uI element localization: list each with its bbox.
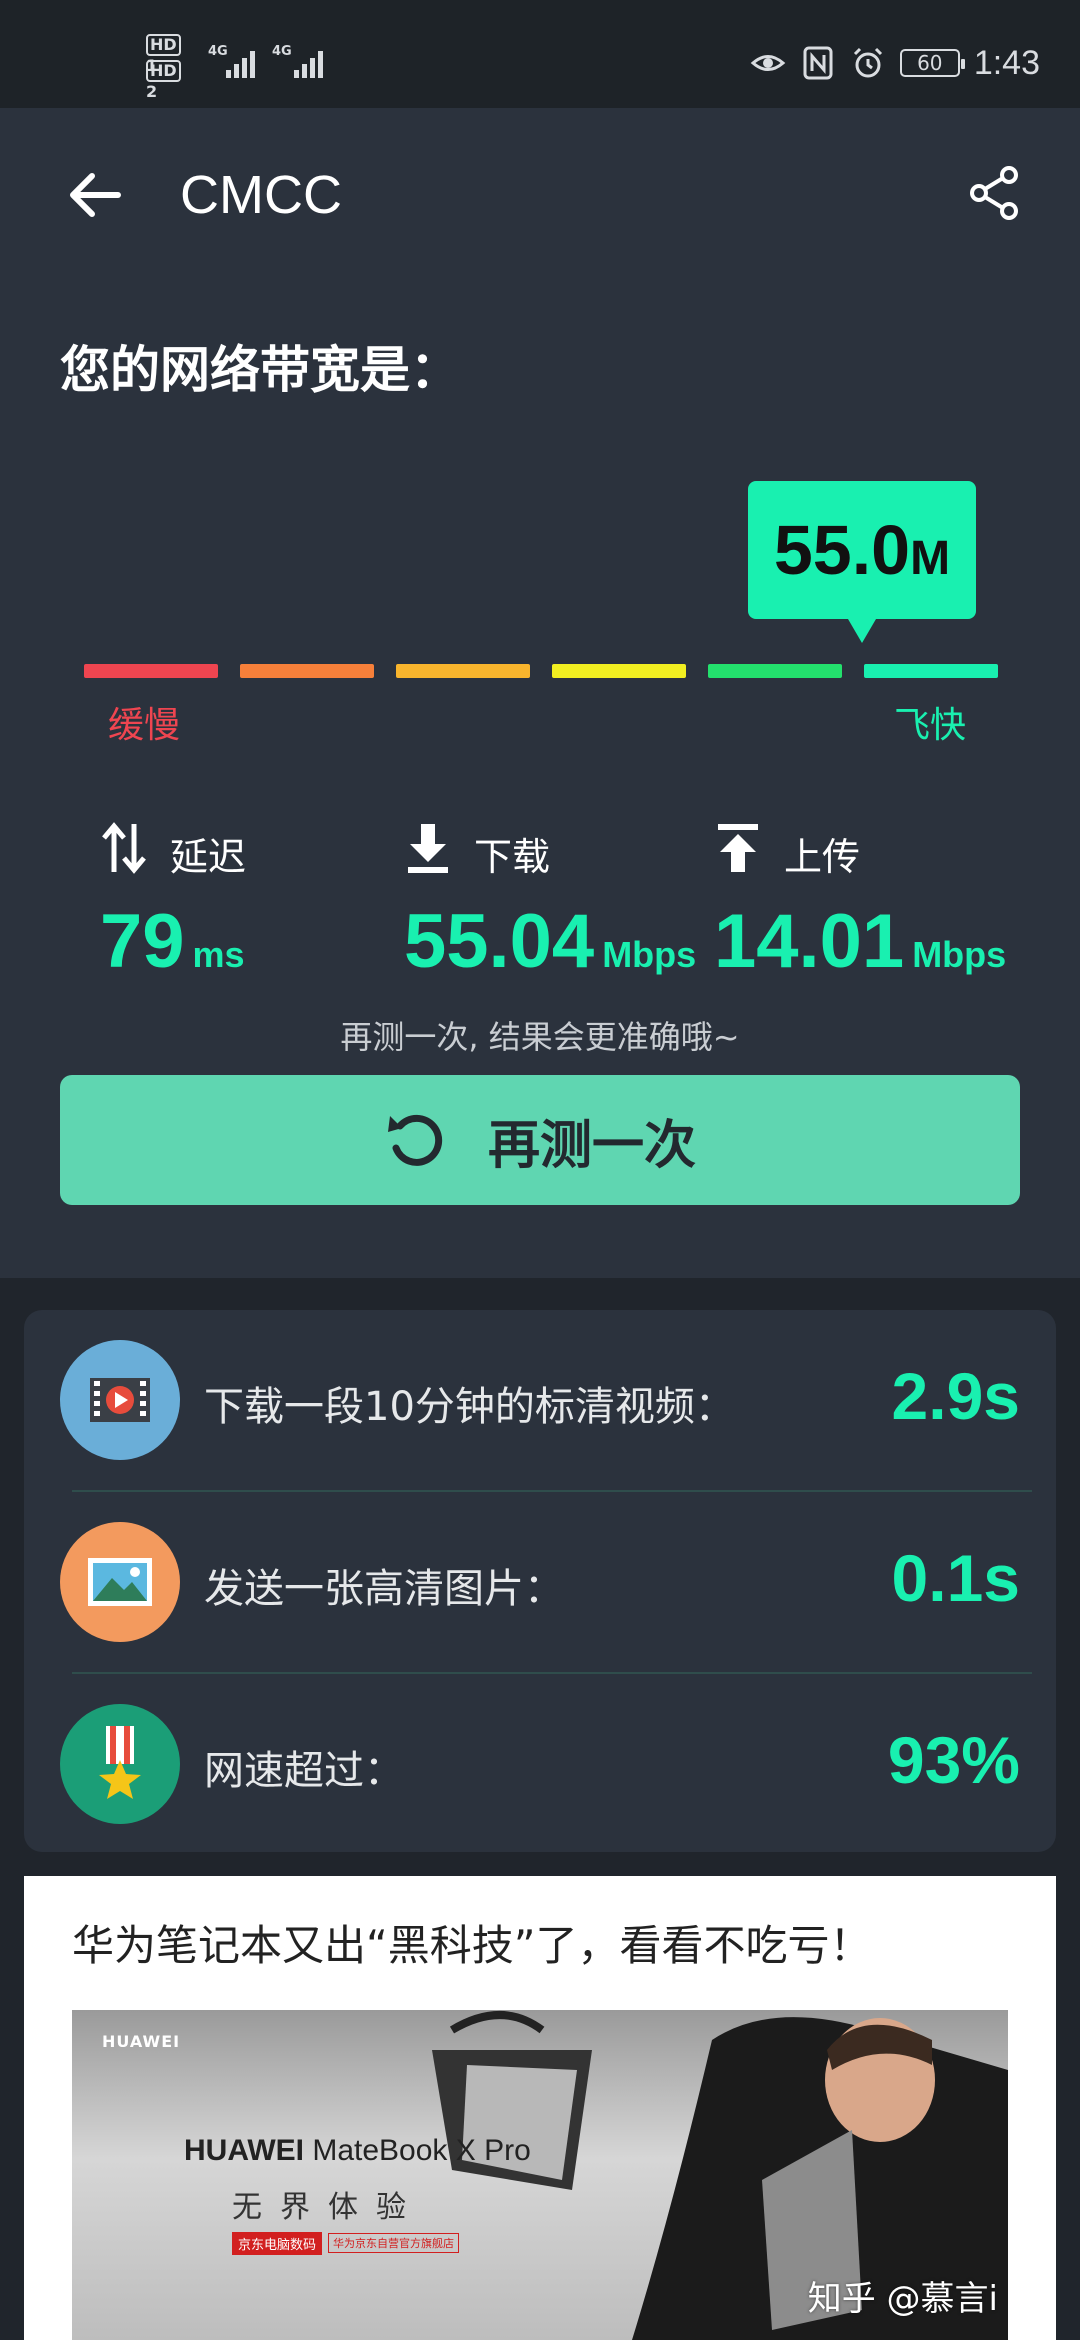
- hd-badge-2: HD 2: [146, 60, 181, 101]
- speed-scale-segment: [396, 664, 530, 678]
- info-value-rank: 93%: [887, 1723, 1020, 1797]
- retest-button-label: 再测一次: [487, 1115, 696, 1176]
- video-icon: [60, 1340, 180, 1460]
- bandwidth-heading: 您的网络带宽是：: [60, 341, 460, 399]
- info-label-rank: 网速超过：: [204, 1748, 404, 1794]
- signal-bars-2-icon: [294, 48, 323, 78]
- speed-info-card: 下载一段10分钟的标清视频： 2.9s 发送一张高清图片： 0.1s 网速超过：…: [24, 1310, 1056, 1852]
- ad-product-model: MateBook X Pro: [312, 2134, 531, 2167]
- status-icons: 60 1:43: [750, 38, 1040, 88]
- download-icon: [408, 824, 448, 873]
- upload-icon: [718, 824, 758, 872]
- upload-label: 上传: [784, 835, 861, 879]
- scale-label-fast: 飞快: [894, 705, 967, 746]
- hd2-text: HD: [146, 60, 181, 82]
- hd2-sub: 2: [146, 82, 158, 101]
- net-type-2: 4G: [272, 44, 292, 59]
- retest-hint: 再测一次, 结果会更准确哦~: [340, 1018, 740, 1056]
- info-label-photo: 发送一张高清图片：: [204, 1566, 564, 1612]
- retest-button[interactable]: 再测一次: [60, 1075, 1020, 1205]
- clock: 1:43: [973, 43, 1040, 82]
- ad-tags: 京东电脑数码 华为京东自营官方旗舰店: [232, 2231, 460, 2255]
- download-unit: Mbps: [602, 934, 697, 975]
- speed-scale-segment: [84, 664, 218, 678]
- speed-scale-segment: [552, 664, 686, 678]
- medal-icon: [60, 1704, 180, 1824]
- latency-label: 延迟: [170, 835, 247, 879]
- refresh-icon: [387, 1114, 443, 1166]
- latency-unit: ms: [192, 934, 245, 975]
- battery-icon: 60: [899, 49, 965, 77]
- ad-slogan: 无界体验: [232, 2190, 424, 2225]
- bandwidth-value: 55.0: [773, 511, 911, 589]
- ad-product-name: HUAWEI MateBook X Pro: [184, 2134, 531, 2168]
- status-bar: HD 1 HD 2 4G 4G 60 1:43: [0, 0, 1080, 108]
- ad-title[interactable]: 华为笔记本又出“黑科技”了，看看不吃亏！: [72, 1912, 872, 1973]
- bandwidth-unit: M: [910, 532, 951, 585]
- info-value-photo: 0.1s: [891, 1541, 1020, 1615]
- hd1-text: HD: [146, 34, 181, 56]
- signal-bars-1-icon: [226, 48, 255, 78]
- info-label-video: 下载一段10分钟的标清视频：: [204, 1384, 735, 1430]
- download-value: 55.04 Mbps: [404, 898, 696, 985]
- ad-image[interactable]: HUAWEI HUAWEI MateBook X Pro 无界体验 京东电脑数码…: [72, 2010, 1008, 2340]
- ad-brand-logo: HUAWEI: [102, 2032, 181, 2051]
- download-label: 下载: [474, 835, 551, 879]
- alarm-icon: [853, 47, 882, 78]
- app-root: HD 1 HD 2 4G 4G 60 1:43 CMCC 您的网络带宽是： 55…: [0, 0, 1080, 2340]
- back-arrow-icon[interactable]: [60, 160, 130, 230]
- latency-number: 79: [100, 899, 185, 984]
- upload-value: 14.01 Mbps: [714, 898, 1006, 985]
- eye-comfort-icon: [750, 55, 786, 71]
- info-row-photo: 发送一张高清图片： 0.1s: [24, 1492, 1056, 1672]
- ad-tag-flagship: 华为京东自营官方旗舰店: [328, 2233, 460, 2253]
- latency-value: 79 ms: [100, 898, 245, 985]
- watermark: 知乎 @慕言i: [807, 2279, 998, 2319]
- ad-card[interactable]: 华为笔记本又出“黑科技”了，看看不吃亏！ HUAWEI HUAWEI MateB…: [24, 1876, 1056, 2340]
- scale-label-slow: 缓慢: [108, 705, 181, 746]
- speed-scale-segment: [708, 664, 842, 678]
- speed-scale-segment: [240, 664, 374, 678]
- speed-scale-segment: [864, 664, 998, 678]
- ad-product-brand: HUAWEI: [184, 2134, 304, 2167]
- download-number: 55.04: [404, 899, 595, 984]
- page-title: CMCC: [180, 165, 342, 225]
- nfc-icon: [803, 46, 833, 80]
- info-row-video: 下载一段10分钟的标清视频： 2.9s: [24, 1310, 1056, 1490]
- bandwidth-bubble: 55.0M: [748, 481, 976, 643]
- share-icon[interactable]: [965, 163, 1025, 223]
- info-row-rank: 网速超过： 93%: [24, 1674, 1056, 1854]
- latency-arrows-icon: [102, 822, 146, 874]
- info-value-video: 2.9s: [891, 1359, 1020, 1433]
- upload-unit: Mbps: [912, 934, 1007, 975]
- upload-number: 14.01: [714, 899, 905, 984]
- ad-tag-store: 京东电脑数码: [232, 2231, 323, 2255]
- photo-icon: [60, 1522, 180, 1642]
- net-type-1: 4G: [208, 44, 228, 59]
- top-app-bar: CMCC: [0, 108, 1080, 278]
